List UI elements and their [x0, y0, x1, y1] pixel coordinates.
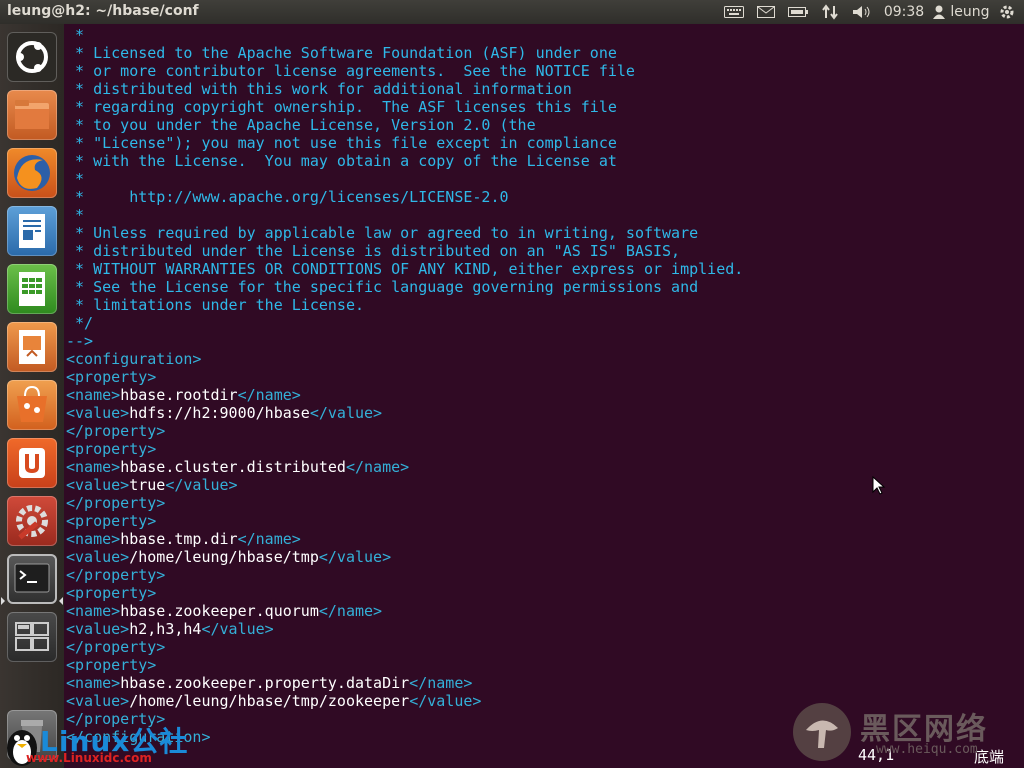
terminal-line: * or more contributor license agreements…	[66, 62, 635, 80]
terminal-line: <value>hdfs://h2:9000/hbase</value>	[66, 404, 383, 422]
terminal-line: <value>/home/leung/hbase/tmp</value>	[66, 548, 392, 566]
terminal-line: * WITHOUT WARRANTIES OR CONDITIONS OF AN…	[66, 260, 744, 278]
terminal-line: </property>	[66, 422, 166, 440]
terminal-line: * See the License for the specific langu…	[66, 278, 699, 296]
battery-icon[interactable]	[787, 0, 809, 24]
terminal-line: <value>true</value>	[66, 476, 238, 494]
terminal-line: * http://www.apache.org/licenses/LICENSE…	[66, 188, 509, 206]
mouse-pointer-icon	[872, 476, 886, 495]
files-icon[interactable]	[7, 90, 57, 140]
terminal-line: * to you under the Apache License, Versi…	[66, 116, 536, 134]
terminal-line: </property>	[66, 638, 166, 656]
terminal-line: <name>hbase.zookeeper.quorum</name>	[66, 602, 383, 620]
terminal-line: <name>hbase.cluster.distributed</name>	[66, 458, 410, 476]
software-center-icon[interactable]	[7, 380, 57, 430]
terminal-line: <configuration>	[66, 350, 202, 368]
terminal-line: * regarding copyright ownership. The ASF…	[66, 98, 617, 116]
system-settings-icon[interactable]	[7, 496, 57, 546]
writer-icon[interactable]	[7, 206, 57, 256]
volume-icon[interactable]	[851, 0, 873, 24]
terminal-line: * limitations under the License.	[66, 296, 365, 314]
terminal-line: <property>	[66, 656, 157, 674]
terminal-line: * distributed under the License is distr…	[66, 242, 681, 260]
linuxidc-url: www.Linuxidc.com	[26, 751, 152, 765]
terminal-line: <value>/home/leung/hbase/tmp/zookeeper</…	[66, 692, 482, 710]
ubuntu-one-icon[interactable]	[7, 438, 57, 488]
terminal-line: <property>	[66, 440, 157, 458]
terminal-line: *	[66, 170, 85, 188]
workspace-switcher-icon[interactable]	[7, 612, 57, 662]
terminal-line: <property>	[66, 584, 157, 602]
terminal-line: * distributed with this work for additio…	[66, 80, 572, 98]
impress-icon[interactable]	[7, 322, 57, 372]
active-indicator	[1, 597, 5, 605]
calc-icon[interactable]	[7, 264, 57, 314]
terminal-icon[interactable]	[7, 554, 57, 604]
keyboard-icon[interactable]	[722, 0, 746, 24]
mushroom-logo-icon	[793, 703, 851, 761]
heiqu-url: www.heiqu.com	[876, 742, 978, 757]
terminal-line: <name>hbase.zookeeper.property.dataDir</…	[66, 674, 473, 692]
network-icon[interactable]	[820, 0, 840, 24]
terminal-line: */	[66, 314, 94, 332]
ubuntu-dash-icon[interactable]	[7, 32, 57, 82]
user-name[interactable]: leung	[950, 0, 990, 24]
gear-icon[interactable]	[996, 0, 1018, 24]
clock[interactable]: 09:38	[884, 0, 924, 24]
terminal-line: <property>	[66, 368, 157, 386]
terminal-line: *	[66, 26, 85, 44]
heiqu-watermark: 黑区网络 www.heiqu.com	[790, 700, 1024, 768]
terminal-line: </property>	[66, 494, 166, 512]
top-panel: leung@h2: ~/hbase/conf 09:38 leung	[0, 0, 1024, 24]
terminal-line: *	[66, 206, 85, 224]
focus-indicator	[59, 597, 63, 605]
linuxidc-watermark: Linux公社 www.Linuxidc.com	[0, 716, 190, 768]
window-title: leung@h2: ~/hbase/conf	[7, 3, 199, 19]
mail-icon[interactable]	[756, 0, 776, 24]
terminal-line: * Licensed to the Apache Software Founda…	[66, 44, 617, 62]
terminal-line: <value>h2,h3,h4</value>	[66, 620, 274, 638]
launcher	[0, 24, 64, 768]
firefox-icon[interactable]	[7, 148, 57, 198]
terminal-line: * Unless required by applicable law or a…	[66, 224, 699, 242]
terminal-line: </property>	[66, 566, 166, 584]
terminal-window[interactable]: * * Licensed to the Apache Software Foun…	[64, 24, 1024, 768]
terminal-line: <name>hbase.rootdir</name>	[66, 386, 301, 404]
terminal-line: * with the License. You may obtain a cop…	[66, 152, 617, 170]
terminal-line: <name>hbase.tmp.dir</name>	[66, 530, 301, 548]
user-icon	[932, 0, 946, 24]
terminal-line: -->	[66, 332, 94, 350]
terminal-line: <property>	[66, 512, 157, 530]
terminal-line: * "License"); you may not use this file …	[66, 134, 617, 152]
